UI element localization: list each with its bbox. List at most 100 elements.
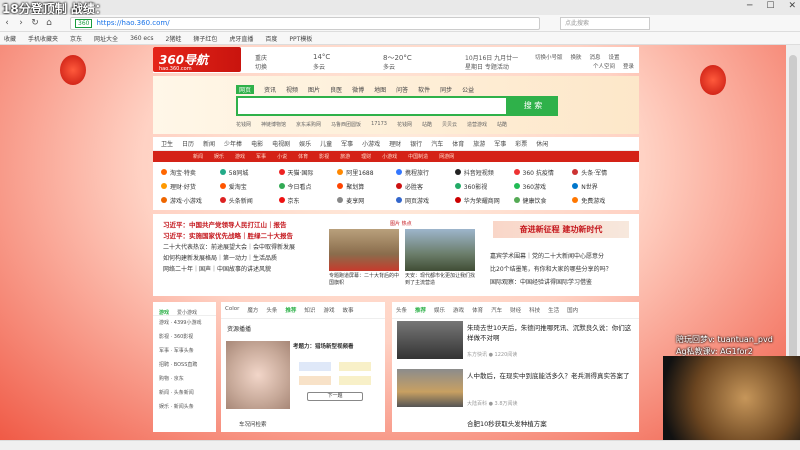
news-photo[interactable]	[329, 229, 399, 271]
hot-link[interactable]: 造营游戏	[467, 121, 487, 128]
bookmark-item[interactable]: 360 ecs	[130, 35, 153, 42]
left-col-item[interactable]: 影视 · 360影视	[153, 330, 216, 344]
channel-item[interactable]: 中国制造	[408, 153, 428, 160]
feed-title[interactable]: 人中散后，在现实中到底能活多久？老兵测得真实答案了	[467, 371, 637, 381]
channel-item[interactable]: 娱乐	[214, 153, 224, 160]
left-col-item[interactable]: 购物 · 京东	[153, 372, 216, 386]
city-label[interactable]: 重庆	[255, 53, 267, 62]
bookmark-item[interactable]: 京东	[70, 34, 82, 43]
category-item[interactable]: 旅游	[473, 139, 485, 148]
site-link[interactable]: 聚划算	[337, 179, 396, 193]
minimize-icon[interactable]: ─	[747, 1, 752, 11]
hot-link[interactable]: 神链博物馆	[261, 121, 286, 128]
site-link[interactable]: 理财·好货	[161, 179, 220, 193]
feed-title[interactable]: 朱琦去世10天后，朱德问推哪死讯、沉默良久说：你们这样做不对啊	[467, 323, 637, 343]
header-link[interactable]: 切换小号版	[535, 53, 563, 61]
site-link[interactable]: 华为荣耀商网	[454, 193, 514, 207]
left-col-tab[interactable]: 游戏	[159, 306, 169, 316]
feed-thumbnail[interactable]	[226, 341, 290, 409]
search-tab[interactable]: 软件	[418, 85, 430, 94]
hot-link[interactable]: 贝贝云	[442, 121, 457, 128]
site-link[interactable]: 今日看点	[278, 179, 338, 193]
date-sub[interactable]: 星期日 专题活动	[465, 62, 509, 71]
feed-tab[interactable]: 推荐	[415, 306, 426, 314]
left-col-tab[interactable]: 爱小游戏	[177, 306, 197, 316]
site-link[interactable]: 免费游戏	[572, 193, 631, 207]
city-switch[interactable]: 切换	[255, 62, 267, 71]
header-link[interactable]: 登录	[623, 62, 634, 70]
feed-title[interactable]: 合肥10秒获取头发种植方案	[467, 419, 637, 429]
category-item[interactable]: 娱乐	[299, 139, 311, 148]
left-col-item[interactable]: 娱乐 · 新闻头条	[153, 400, 216, 414]
site-link[interactable]: 必胜客	[396, 179, 455, 193]
search-button[interactable]: 搜 索	[508, 96, 558, 116]
bookmark-item[interactable]: 网址大全	[94, 34, 118, 43]
site-link[interactable]: 阿里1688	[337, 165, 396, 179]
search-tab[interactable]: 资讯	[264, 85, 276, 94]
mid-col-tab[interactable]: 故事	[342, 306, 353, 314]
channel-item[interactable]: 体育	[298, 153, 308, 160]
feed-tab[interactable]: 财经	[510, 306, 521, 314]
site-link[interactable]: 抖音短视频	[454, 165, 514, 179]
category-item[interactable]: 彩票	[515, 139, 527, 148]
news-item[interactable]: 网络二十年｜国声｜中国故事的讲述风貌	[163, 264, 323, 275]
site-link[interactable]: 爱淘宝	[219, 179, 279, 193]
mid-col-tab[interactable]: Color	[225, 306, 239, 314]
search-tab[interactable]: 图片	[308, 85, 320, 94]
home-icon[interactable]: ⌂	[42, 18, 56, 28]
category-item[interactable]: 日历	[182, 139, 194, 148]
search-tab[interactable]: 良医	[330, 85, 342, 94]
header-link[interactable]: 个人空间	[593, 62, 615, 70]
site-link[interactable]: 360游戏	[513, 179, 573, 193]
site-logo[interactable]: 360导航 hao.360.com	[153, 47, 241, 72]
mid-col-tab[interactable]: 游戏	[323, 306, 334, 314]
site-link[interactable]: 头条新闻	[219, 193, 279, 207]
news-item[interactable]: 比20个结墨笔，有你和大家的哪些分享的吗？	[490, 263, 636, 276]
news-item[interactable]: 如何构建新发展格局｜第一动力｜生活品质	[163, 253, 323, 264]
channel-item[interactable]: 旅游	[340, 153, 350, 160]
search-tab[interactable]: 微博	[352, 85, 364, 94]
news-headline[interactable]: 习近平：实施国家优先战略｜胜绿二十大报告	[163, 231, 323, 242]
left-col-item[interactable]: 军事 · 军事头条	[153, 344, 216, 358]
site-link[interactable]: 京东	[278, 193, 338, 207]
mid-post-title[interactable]: 资源播播	[227, 324, 251, 333]
channel-item[interactable]: 小说	[277, 153, 287, 160]
bookmark-item[interactable]: 2猪蛙	[166, 34, 182, 43]
site-link[interactable]: 麦享网	[337, 193, 396, 207]
hot-link[interactable]: 站酷	[497, 121, 507, 128]
bookmark-item[interactable]: 百度	[265, 34, 277, 43]
channel-item[interactable]: 理财	[361, 153, 371, 160]
hot-link[interactable]: 花钱网	[236, 121, 251, 128]
category-item[interactable]: 卫生	[161, 139, 173, 148]
site-link[interactable]: 游戏·小游戏	[161, 193, 220, 207]
bookmark-item[interactable]: 虎牙直播	[229, 34, 253, 43]
browser-search-input[interactable]: 点此搜索	[560, 16, 650, 30]
site-link[interactable]: 携程旅行	[396, 165, 455, 179]
channel-item[interactable]: 游戏	[235, 153, 245, 160]
left-col-item[interactable]: 游戏 · 4399小游戏	[153, 316, 216, 330]
header-link[interactable]: 换肤	[571, 53, 582, 61]
category-item[interactable]: 银行	[410, 139, 422, 148]
channel-item[interactable]: 影视	[319, 153, 329, 160]
news-item[interactable]: 嘉宾学术围幕｜党的二十大新闻中心愿意分	[490, 250, 636, 263]
site-link[interactable]: 健康饮食	[513, 193, 573, 207]
hot-link[interactable]: 京东采购网	[296, 121, 321, 128]
category-item[interactable]: 体育	[452, 139, 464, 148]
bookmark-item[interactable]: 收藏	[4, 34, 16, 43]
search-input[interactable]	[236, 96, 508, 116]
url-input[interactable]: 360 https://hao.360.com/	[70, 16, 540, 30]
next-question-button[interactable]: 下一题	[307, 392, 363, 401]
channel-item[interactable]: 小游戏	[382, 153, 397, 160]
search-tab[interactable]: 同步	[440, 85, 452, 94]
left-col-item[interactable]: 招聘 · BOSS直聘	[153, 358, 216, 372]
channel-item[interactable]: 网游网	[439, 153, 454, 160]
channel-item[interactable]: 新闻	[193, 153, 203, 160]
photo-caption[interactable]: 天安：现代都市化更加让我们找到了主流营造	[405, 273, 477, 287]
search-tab[interactable]: 网页	[236, 85, 255, 94]
category-item[interactable]: 理财	[389, 139, 401, 148]
category-item[interactable]: 军事	[494, 139, 506, 148]
maximize-icon[interactable]: ☐	[766, 1, 774, 11]
site-link[interactable]: 360影视	[454, 179, 514, 193]
site-link[interactable]: 360 抗疫情	[513, 165, 573, 179]
site-link[interactable]: 头条·军情	[572, 165, 631, 179]
